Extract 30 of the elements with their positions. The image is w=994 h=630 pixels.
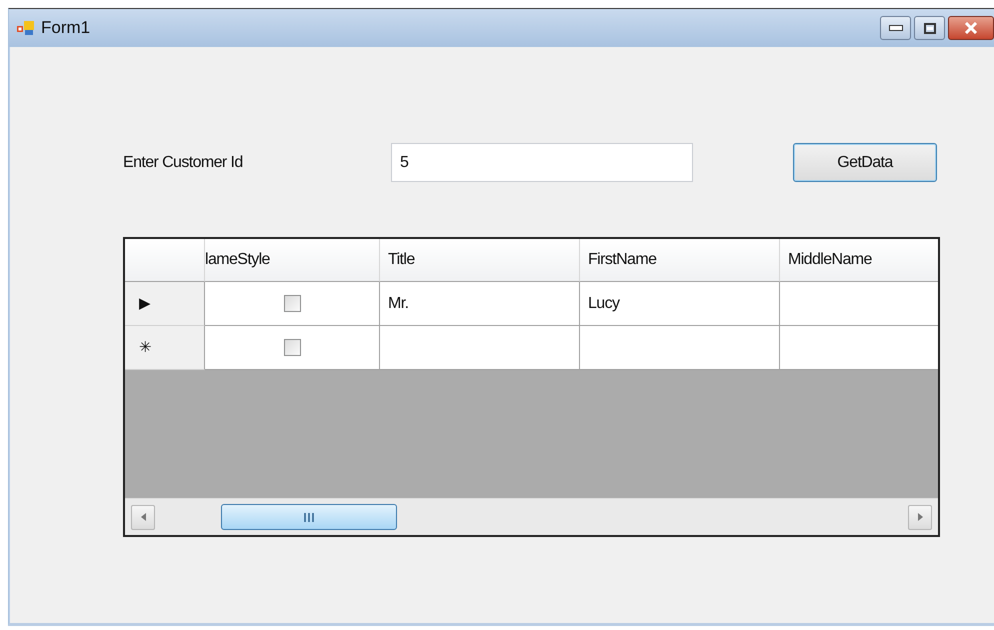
checkbox[interactable] (284, 295, 300, 312)
left-arrow-icon (140, 513, 146, 521)
column-header[interactable]: FirstName (580, 239, 780, 282)
customer-id-label: Enter Customer Id (123, 154, 244, 172)
horizontal-scrollbar[interactable] (125, 498, 938, 535)
scroll-left-button[interactable] (131, 504, 155, 530)
table-cell: Mr. (380, 282, 580, 326)
row-indicator: ✳ (139, 340, 152, 355)
column-header[interactable]: MiddleName (780, 239, 938, 282)
column-header[interactable]: lameStyle (205, 239, 380, 282)
close-button[interactable] (948, 16, 994, 40)
maximize-icon (924, 22, 936, 34)
close-icon (964, 22, 978, 34)
get-data-button[interactable]: GetData (793, 143, 937, 182)
maximize-button[interactable] (914, 16, 945, 40)
minimize-button[interactable] (880, 16, 911, 40)
column-header[interactable]: Title (380, 239, 580, 282)
customer-id-field[interactable]: 5 (391, 143, 693, 182)
table-cell: Lucy (580, 282, 780, 326)
scroll-thumb[interactable] (221, 504, 397, 530)
window-title: Form1 (41, 18, 92, 38)
checkbox[interactable] (284, 339, 300, 356)
scroll-right-button[interactable] (908, 504, 932, 530)
grip-icon (303, 512, 315, 522)
row-indicator: ▶ (139, 296, 151, 311)
minimize-icon (888, 25, 902, 31)
right-arrow-icon (918, 513, 922, 521)
row-header[interactable]: ✳ (125, 326, 205, 370)
app-icon (17, 20, 35, 36)
row-header[interactable]: ▶ (125, 282, 205, 326)
